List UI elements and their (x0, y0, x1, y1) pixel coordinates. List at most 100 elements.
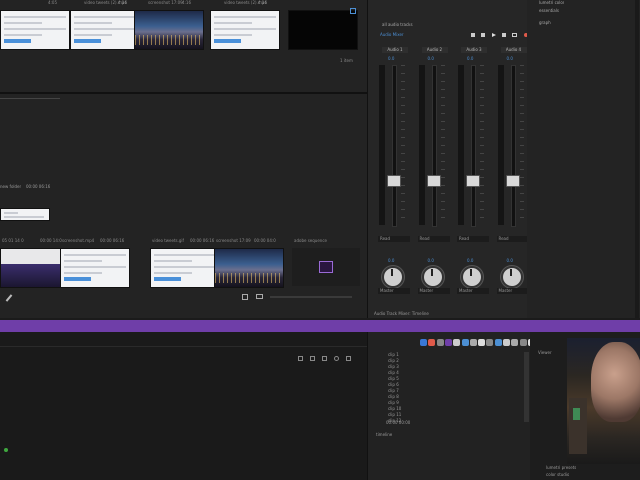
scroll-indicator[interactable] (0, 98, 60, 99)
list-item[interactable]: clip 8 (388, 394, 399, 399)
step-back-icon[interactable] (481, 33, 485, 37)
channel-name[interactable]: Audio 3 (461, 47, 487, 53)
bin-thumbnail[interactable] (60, 248, 130, 288)
channel-name[interactable]: Audio 4 (500, 47, 527, 53)
project-thumbnail[interactable] (134, 10, 204, 50)
pan-knob[interactable] (461, 266, 483, 288)
folder-icon[interactable] (256, 294, 263, 299)
list-item[interactable]: clip 10 (388, 406, 401, 411)
fader-handle[interactable] (387, 175, 401, 187)
thumbnail-duration: 4:05 (48, 0, 57, 5)
webcam-person (591, 342, 640, 422)
thumbnail-label: 05 01 14 0 (2, 238, 24, 243)
tray-icon[interactable] (436, 339, 444, 346)
bin-thumbnail[interactable] (292, 248, 360, 286)
loop-icon[interactable] (512, 33, 517, 37)
settings-icon[interactable] (334, 356, 339, 361)
captions-icon[interactable] (346, 356, 351, 361)
zoom-slider[interactable] (270, 296, 352, 298)
thumbnail-label: screenshot 17:09 (148, 0, 183, 5)
side-section-label: graph (539, 20, 551, 25)
pan-knob[interactable] (421, 266, 444, 288)
tray-icon[interactable] (486, 339, 494, 346)
thumbnail-duration: 00:00 06:16 (100, 238, 125, 243)
panel-menu-icon[interactable] (350, 8, 356, 14)
pan-knob[interactable] (500, 266, 523, 288)
side-item-1[interactable]: lumetri color (539, 0, 564, 5)
fader-track[interactable] (471, 65, 476, 227)
right-side-panel: lumetri color essentials graph (527, 0, 640, 318)
automation-dropdown[interactable]: Read (457, 236, 489, 242)
marker-icon[interactable] (322, 356, 327, 361)
fader-handle[interactable] (426, 175, 441, 187)
automation-dropdown[interactable]: Read (417, 236, 450, 242)
side-scrollbar[interactable] (635, 0, 639, 318)
list-item[interactable]: clip 7 (388, 388, 399, 393)
viewer-panel: Viewer lumetri presets color studio (530, 332, 640, 480)
viewer-header: Viewer (538, 350, 552, 355)
list-item[interactable]: clip 9 (388, 400, 399, 405)
project-thumbnail[interactable] (0, 10, 70, 50)
channel-name[interactable]: Audio 2 (421, 47, 448, 53)
tray-icon[interactable] (511, 339, 519, 346)
list-item[interactable]: clip 1 (388, 352, 399, 357)
fader-track[interactable] (431, 65, 437, 227)
output-dropdown[interactable]: Master (457, 288, 489, 294)
webcam-feed (567, 338, 640, 464)
pencil-icon[interactable] (5, 294, 13, 302)
linked-icon[interactable] (310, 356, 315, 361)
viewer-item-2[interactable]: color studio (546, 472, 569, 477)
list-item[interactable]: clip 3 (388, 364, 399, 369)
step-forward-icon[interactable] (502, 33, 506, 37)
tray-icon[interactable] (444, 339, 452, 346)
tray-icon[interactable] (453, 339, 461, 346)
tray-icon[interactable] (469, 339, 477, 346)
project-thumbnail[interactable] (288, 10, 358, 50)
mixer-footer: Audio Track Mixer: Timeline (374, 311, 429, 316)
fader-track[interactable] (392, 65, 397, 227)
list-item[interactable]: clip 11 (388, 412, 401, 417)
list-footer-label: timeline (376, 432, 393, 437)
bin-folder-time: 00:00 06:16 (26, 184, 51, 189)
tray-icon[interactable] (428, 339, 436, 346)
fader-scale (519, 65, 524, 225)
bin-folder-thumbnail[interactable] (0, 208, 50, 221)
thumbnail-duration: 00:00 06:16 (190, 238, 215, 243)
webcam-green-cup (573, 408, 580, 420)
mixer-header-label: all audio tracks (382, 22, 413, 27)
fader-track[interactable] (510, 65, 516, 227)
bin-thumbnail[interactable] (150, 248, 220, 288)
project-thumbnail[interactable] (70, 10, 140, 50)
list-item[interactable]: clip 2 (388, 358, 399, 363)
side-item-2[interactable]: essentials (539, 8, 559, 13)
list-item[interactable]: clip 6 (388, 382, 399, 387)
tray-icon[interactable] (420, 339, 427, 346)
new-item-icon[interactable] (242, 294, 248, 300)
list-item[interactable]: clip 4 (388, 370, 399, 375)
channel-name[interactable]: Audio 1 (382, 47, 408, 53)
tray-icon[interactable] (494, 339, 502, 346)
tray-icon[interactable] (503, 339, 510, 346)
playhead-indicator[interactable] (4, 448, 8, 452)
output-dropdown[interactable]: Master (378, 288, 410, 294)
list-scrollbar[interactable] (524, 352, 529, 422)
output-dropdown[interactable]: Master (417, 288, 450, 294)
tray-icon[interactable] (478, 339, 486, 346)
automation-dropdown[interactable]: Read (496, 236, 529, 242)
automation-dropdown[interactable]: Read (378, 236, 410, 242)
tray-icon[interactable] (519, 339, 527, 346)
list-item[interactable]: clip 5 (388, 376, 399, 381)
viewer-item-1[interactable]: lumetri presets (546, 465, 576, 470)
go-to-in-icon[interactable] (471, 33, 475, 37)
output-dropdown[interactable]: Master (496, 288, 529, 294)
pan-value: 0.0 (388, 258, 395, 263)
fader-handle[interactable] (466, 175, 480, 187)
project-thumbnail[interactable] (210, 10, 280, 50)
tray-icon[interactable] (461, 339, 469, 346)
play-icon[interactable] (492, 33, 496, 37)
bin-thumbnail[interactable] (214, 248, 284, 288)
snap-icon[interactable] (298, 356, 303, 361)
pan-knob[interactable] (382, 266, 404, 288)
fader-handle[interactable] (505, 175, 520, 187)
thumbnail-label: video tweets.gif (152, 238, 184, 243)
